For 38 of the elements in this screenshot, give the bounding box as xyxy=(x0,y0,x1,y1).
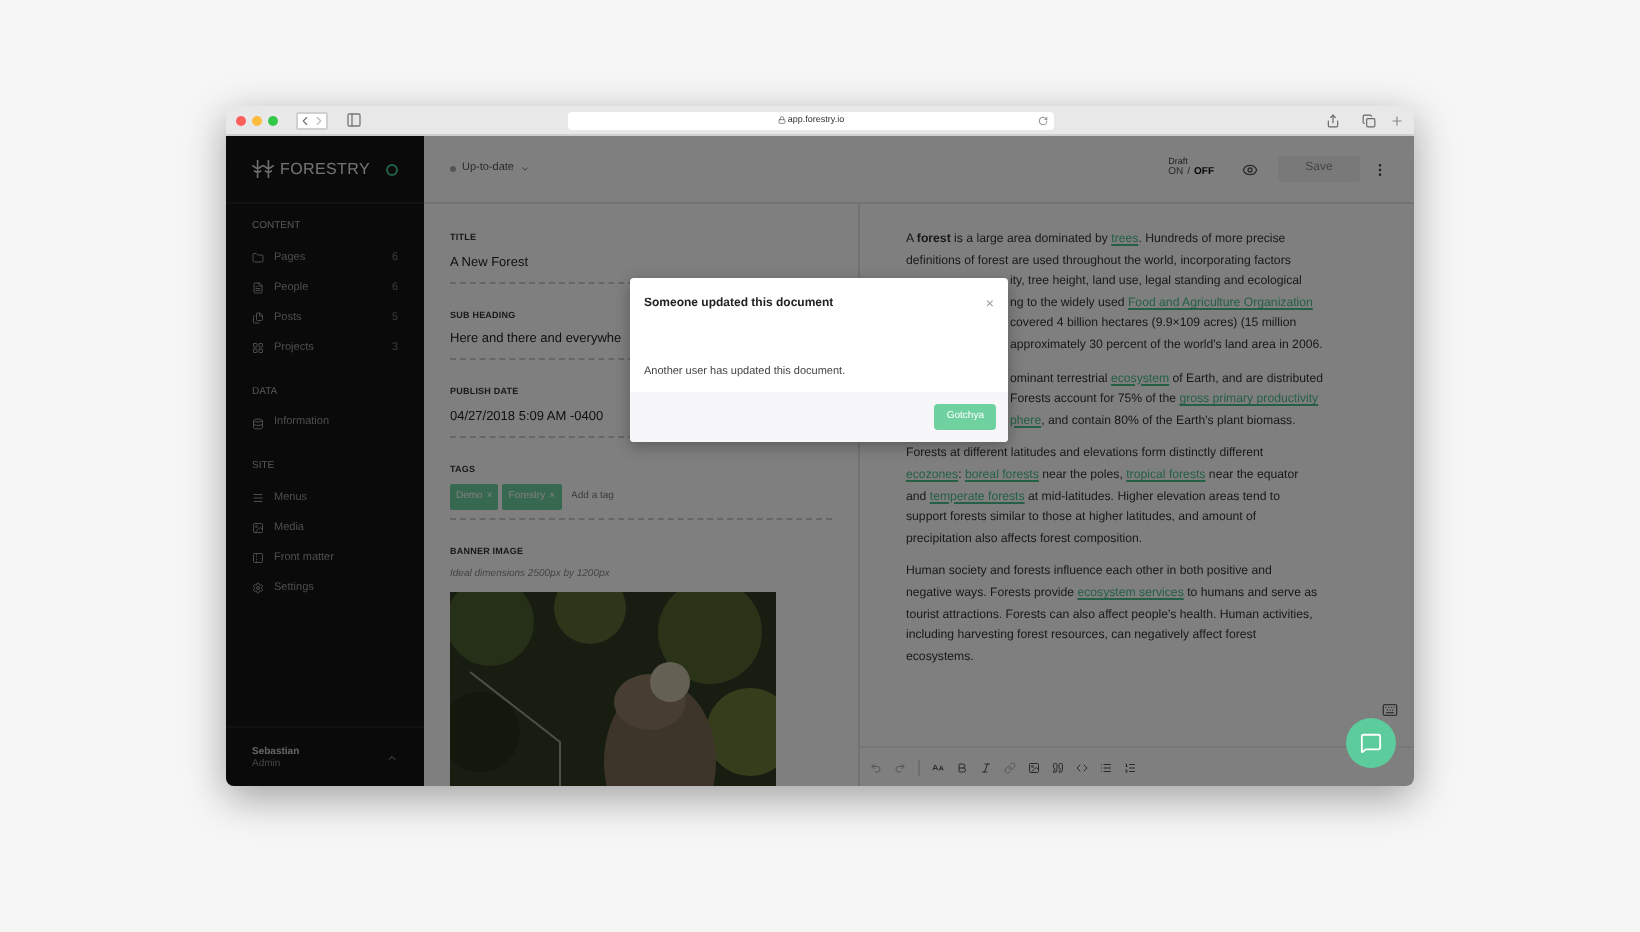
brand-name: FORESTRY xyxy=(280,157,371,181)
new-tab-icon[interactable] xyxy=(1390,113,1404,127)
undo-icon[interactable] xyxy=(870,761,882,773)
grid-icon xyxy=(252,342,264,354)
forward-icon[interactable] xyxy=(312,113,326,127)
chevron-down-icon xyxy=(520,164,530,174)
database-icon xyxy=(252,417,264,429)
back-icon[interactable] xyxy=(298,113,312,127)
reload-icon[interactable] xyxy=(1038,115,1048,125)
sidebar-toggle-icon[interactable] xyxy=(346,112,362,128)
bold-icon[interactable] xyxy=(956,761,968,773)
files-icon xyxy=(252,312,264,324)
italic-icon[interactable] xyxy=(980,761,992,773)
heading-icon[interactable] xyxy=(932,761,944,773)
tabs-icon[interactable] xyxy=(1362,113,1376,127)
menu-icon xyxy=(252,492,264,504)
share-icon[interactable] xyxy=(1326,113,1340,127)
document-icon xyxy=(252,282,264,294)
status-ring-icon xyxy=(386,163,398,175)
bulleted-list-icon[interactable] xyxy=(1100,761,1112,773)
folder-icon xyxy=(252,252,264,264)
code-icon[interactable] xyxy=(1076,761,1088,773)
trees-logo-icon xyxy=(252,160,274,178)
link-icon[interactable] xyxy=(1004,761,1016,773)
lock-icon xyxy=(777,116,786,124)
chat-icon xyxy=(1360,732,1382,754)
panel-icon xyxy=(252,552,264,564)
quote-icon[interactable] xyxy=(1052,761,1064,773)
image-icon xyxy=(252,522,264,534)
numbered-list-icon[interactable] xyxy=(1124,761,1136,773)
preview-icon[interactable] xyxy=(1242,161,1258,177)
settings-icon xyxy=(252,582,264,594)
image-icon[interactable] xyxy=(1028,761,1040,773)
close-window-icon[interactable] xyxy=(236,115,246,125)
redo-icon[interactable] xyxy=(894,761,906,773)
maximize-window-icon[interactable] xyxy=(268,115,278,125)
keyboard-icon[interactable] xyxy=(1382,702,1398,718)
chevron-up-icon xyxy=(386,751,398,763)
